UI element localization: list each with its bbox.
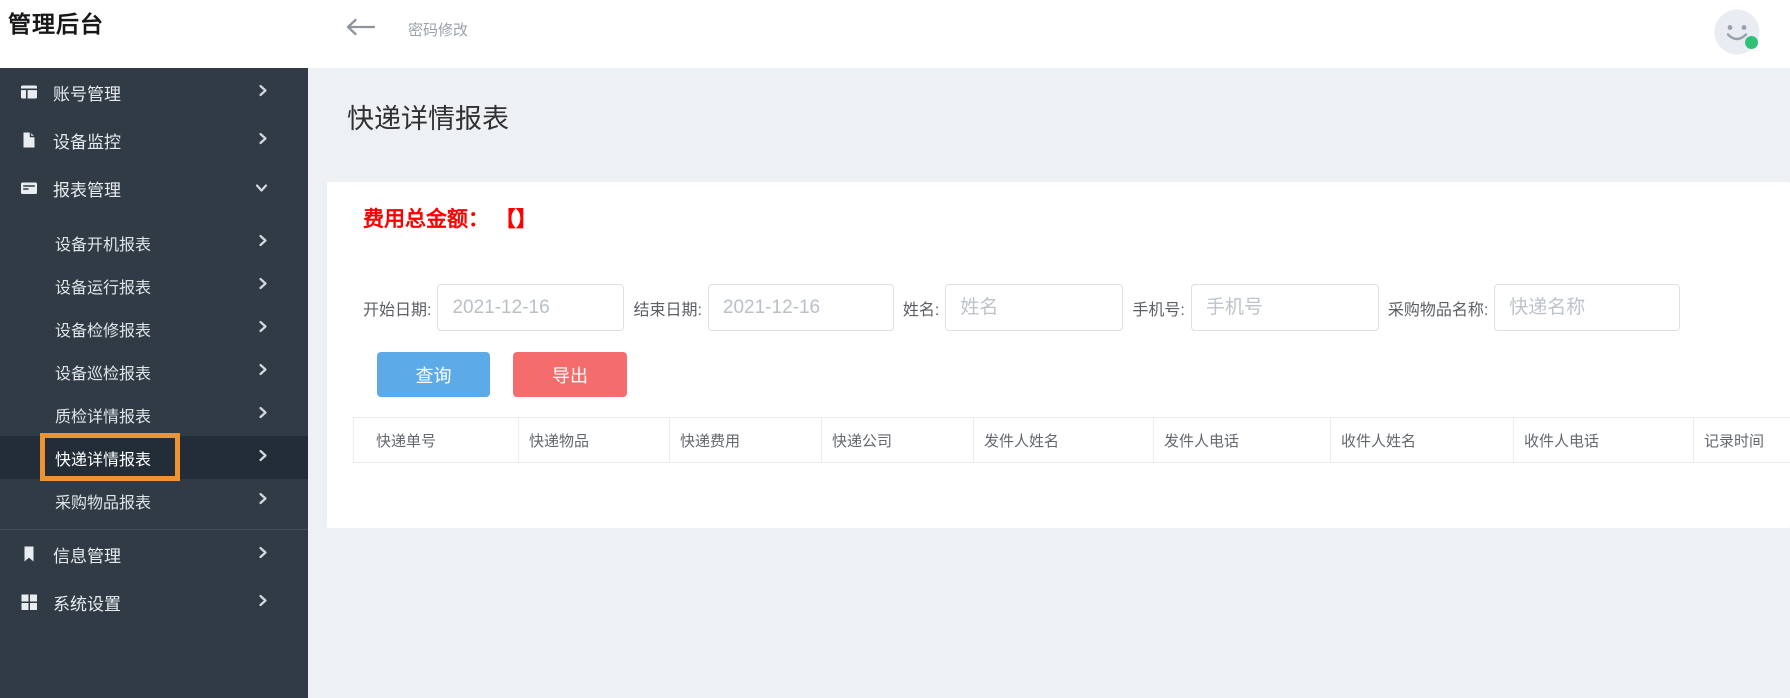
name-input[interactable] [945, 284, 1124, 331]
bookmark-icon [20, 545, 38, 563]
item-name-label: 采购物品名称: [1387, 301, 1489, 319]
item-name-input[interactable] [1494, 284, 1681, 331]
chevron-right-icon [258, 449, 268, 467]
chevron-right-icon [258, 320, 268, 338]
table-header-cell: 发件人电话 [1153, 417, 1331, 463]
submenu-item-label: 采购物品报表 [55, 494, 152, 512]
start-date-input[interactable] [437, 284, 625, 331]
sidebar-item-account[interactable]: 账号管理 [0, 68, 308, 116]
online-status-dot [1745, 36, 1758, 49]
sidebar-nav: 账号管理 设备监控 报表管理 设备开机报表 设备运行报表 设备检修报表 设备巡检… [0, 68, 308, 698]
sidebar-item-reports[interactable]: 报表管理 [0, 164, 308, 212]
submenu-item-inspection-report[interactable]: 设备巡检报表 [0, 350, 308, 393]
reports-submenu: 设备开机报表 设备运行报表 设备检修报表 设备巡检报表 质检详情报表 快递详情报… [0, 221, 308, 522]
chevron-right-icon [258, 363, 268, 381]
back-button[interactable] [343, 17, 377, 39]
table-header-cell: 收件人电话 [1513, 417, 1694, 463]
user-avatar[interactable] [1714, 9, 1760, 55]
sidebar-item-device-monitor[interactable]: 设备监控 [0, 116, 308, 164]
submenu-item-label: 设备运行报表 [55, 279, 152, 297]
phone-label: 手机号: [1132, 301, 1185, 319]
total-fee-text: 费用总金额： 【】 [363, 208, 537, 231]
chevron-right-icon [258, 592, 268, 612]
submenu-item-label: 设备巡检报表 [55, 365, 152, 383]
table-header-cell: 快递公司 [821, 417, 974, 463]
chevron-down-icon [255, 178, 268, 198]
chevron-right-icon [258, 492, 268, 510]
sidebar-item-label: 信息管理 [53, 546, 121, 566]
query-button[interactable]: 查询 [377, 352, 490, 397]
report-table-wrap: 快递单号 快递物品 快递费用 快递公司 发件人姓名 发件人电话 收件人姓名 收件… [353, 417, 1790, 528]
chevron-right-icon [258, 82, 268, 102]
app-title: 管理后台 [8, 11, 104, 37]
name-label: 姓名: [902, 301, 940, 319]
table-header-cell: 收件人姓名 [1330, 417, 1514, 463]
submenu-item-run-report[interactable]: 设备运行报表 [0, 264, 308, 307]
submenu-item-express-report[interactable]: 快递详情报表 [0, 436, 308, 479]
table-header-cell: 快递费用 [669, 417, 822, 463]
submenu-item-power-on-report[interactable]: 设备开机报表 [0, 221, 308, 264]
submenu-item-purchase-report[interactable]: 采购物品报表 [0, 479, 308, 522]
page-title: 快递详情报表 [347, 104, 509, 134]
main-content: 快递详情报表 费用总金额： 【】 开始日期: 结束日期: 姓名: 手机号: 采购… [308, 68, 1790, 698]
chevron-right-icon [258, 277, 268, 295]
start-date-label: 开始日期: [363, 301, 432, 319]
submenu-item-maintenance-report[interactable]: 设备检修报表 [0, 307, 308, 350]
phone-input[interactable] [1190, 284, 1379, 331]
chevron-right-icon [258, 406, 268, 424]
table-header-cell: 快递单号 [353, 417, 519, 463]
table-header-cell: 记录时间 [1693, 417, 1790, 463]
report-card-icon [20, 179, 38, 197]
submenu-item-quality-report[interactable]: 质检详情报表 [0, 393, 308, 436]
chevron-right-icon [258, 130, 268, 150]
back-arrow-icon [344, 18, 376, 40]
export-button[interactable]: 导出 [513, 352, 627, 397]
chevron-right-icon [258, 544, 268, 564]
chevron-right-icon [258, 234, 268, 252]
submenu-item-label: 设备开机报表 [55, 236, 152, 254]
grid-icon [20, 593, 38, 611]
sidebar-item-label: 报表管理 [53, 180, 121, 200]
device-file-icon [20, 131, 38, 149]
table-empty-body [353, 463, 1790, 528]
submenu-item-label: 快递详情报表 [55, 451, 152, 469]
table-header-cell: 发件人姓名 [973, 417, 1154, 463]
sidebar-item-info[interactable]: 信息管理 [0, 530, 308, 578]
filter-row: 开始日期: 结束日期: 姓名: 手机号: 采购物品名称: [363, 284, 1790, 331]
breadcrumb-title: 密码修改 [408, 22, 469, 39]
table-header-cell: 快递物品 [518, 417, 670, 463]
button-row: 查询 导出 [377, 352, 1790, 397]
submenu-item-label: 设备检修报表 [55, 322, 152, 340]
sidebar-item-settings[interactable]: 系统设置 [0, 578, 308, 626]
account-panel-icon [20, 83, 38, 101]
report-table: 快递单号 快递物品 快递费用 快递公司 发件人姓名 发件人电话 收件人姓名 收件… [353, 417, 1790, 463]
submenu-item-label: 质检详情报表 [55, 408, 152, 426]
sidebar-item-label: 系统设置 [53, 594, 121, 614]
sidebar-item-label: 设备监控 [53, 132, 121, 152]
sidebar-item-label: 账号管理 [53, 84, 121, 104]
top-header: 管理后台 密码修改 [0, 0, 1790, 68]
end-date-input[interactable] [707, 284, 894, 331]
table-header-row: 快递单号 快递物品 快递费用 快递公司 发件人姓名 发件人电话 收件人姓名 收件… [353, 417, 1790, 463]
report-card: 费用总金额： 【】 开始日期: 结束日期: 姓名: 手机号: 采购物品名称: 查… [327, 182, 1790, 528]
end-date-label: 结束日期: [633, 301, 702, 319]
